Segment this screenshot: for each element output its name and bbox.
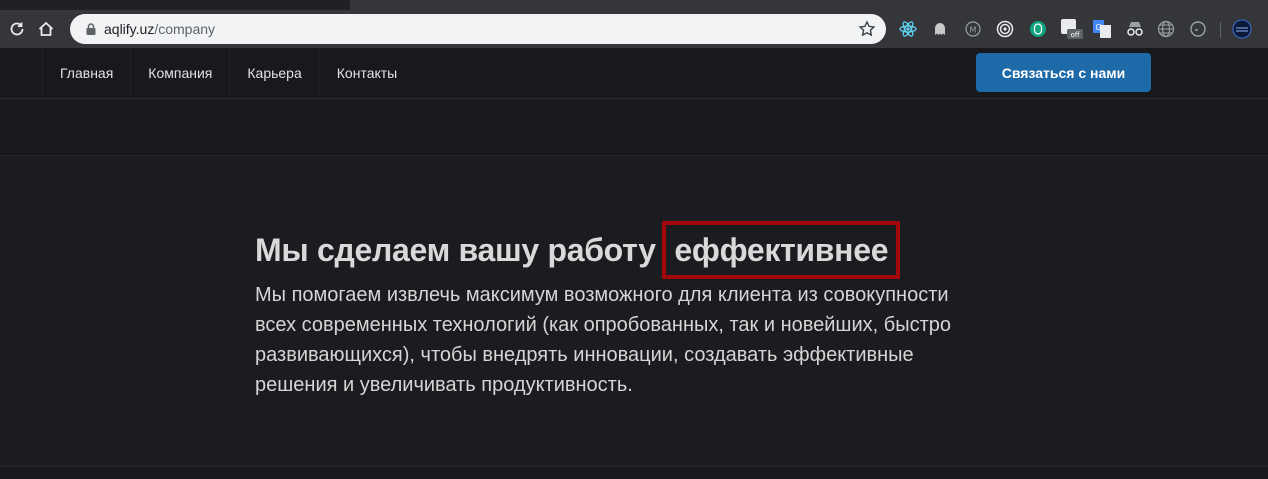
headline-main: Мы сделаем вашу работу bbox=[255, 232, 656, 268]
browser-toolbar: aqlify.uz/company M off G bbox=[0, 10, 1268, 48]
url-path: /company bbox=[154, 21, 216, 37]
spacer-band bbox=[0, 99, 1268, 156]
page-bottom bbox=[0, 467, 1268, 479]
svg-text:G: G bbox=[1095, 23, 1101, 32]
react-devtools-icon[interactable] bbox=[898, 19, 918, 39]
m-circle-icon[interactable]: M bbox=[963, 19, 983, 39]
hero-headline: Мы сделаем вашу работу еффективнее bbox=[255, 221, 901, 279]
target-icon[interactable] bbox=[995, 19, 1015, 39]
main-nav: Главная Компания Карьера Контакты bbox=[42, 48, 414, 98]
bookmark-star-icon[interactable] bbox=[858, 20, 876, 38]
ghost-icon[interactable] bbox=[930, 19, 950, 39]
browser-tab-strip bbox=[0, 0, 1268, 10]
hero-lead-text: Мы помогаем извлечь максимум возможного … bbox=[255, 284, 951, 396]
contact-us-button[interactable]: Связаться с нами bbox=[976, 53, 1151, 92]
reload-icon[interactable] bbox=[6, 18, 28, 40]
nav-link-contacts[interactable]: Контакты bbox=[318, 48, 414, 98]
hero-section: Мы сделаем вашу работу еффективнее Мы по… bbox=[0, 156, 1268, 467]
nav-link-home[interactable]: Главная bbox=[42, 48, 130, 98]
black-lake-icon[interactable] bbox=[1232, 19, 1252, 39]
off-badge-label: off bbox=[1070, 31, 1079, 39]
nav-link-company[interactable]: Компания bbox=[130, 48, 229, 98]
svg-text:M: M bbox=[970, 26, 977, 35]
lock-icon[interactable] bbox=[84, 22, 98, 36]
extensions-divider bbox=[1220, 22, 1221, 38]
url-host: aqlify.uz bbox=[104, 21, 155, 37]
off-badge-icon[interactable]: off bbox=[1060, 19, 1084, 39]
address-bar[interactable]: aqlify.uz/company bbox=[70, 14, 886, 44]
headline-highlight: еффективнее bbox=[662, 221, 901, 279]
site-header: Главная Компания Карьера Контакты Связат… bbox=[0, 48, 1268, 99]
url-text[interactable]: aqlify.uz/company bbox=[104, 21, 215, 37]
nav-link-career[interactable]: Карьера bbox=[229, 48, 318, 98]
chatgpt-icon[interactable] bbox=[1028, 19, 1048, 39]
globe-icon[interactable] bbox=[1156, 19, 1176, 39]
clock-icon[interactable] bbox=[1188, 19, 1208, 39]
spy-glasses-icon[interactable] bbox=[1125, 19, 1145, 39]
translate-icon[interactable]: G bbox=[1092, 19, 1112, 39]
home-icon[interactable] bbox=[35, 18, 57, 40]
active-tab-edge[interactable] bbox=[0, 0, 350, 10]
